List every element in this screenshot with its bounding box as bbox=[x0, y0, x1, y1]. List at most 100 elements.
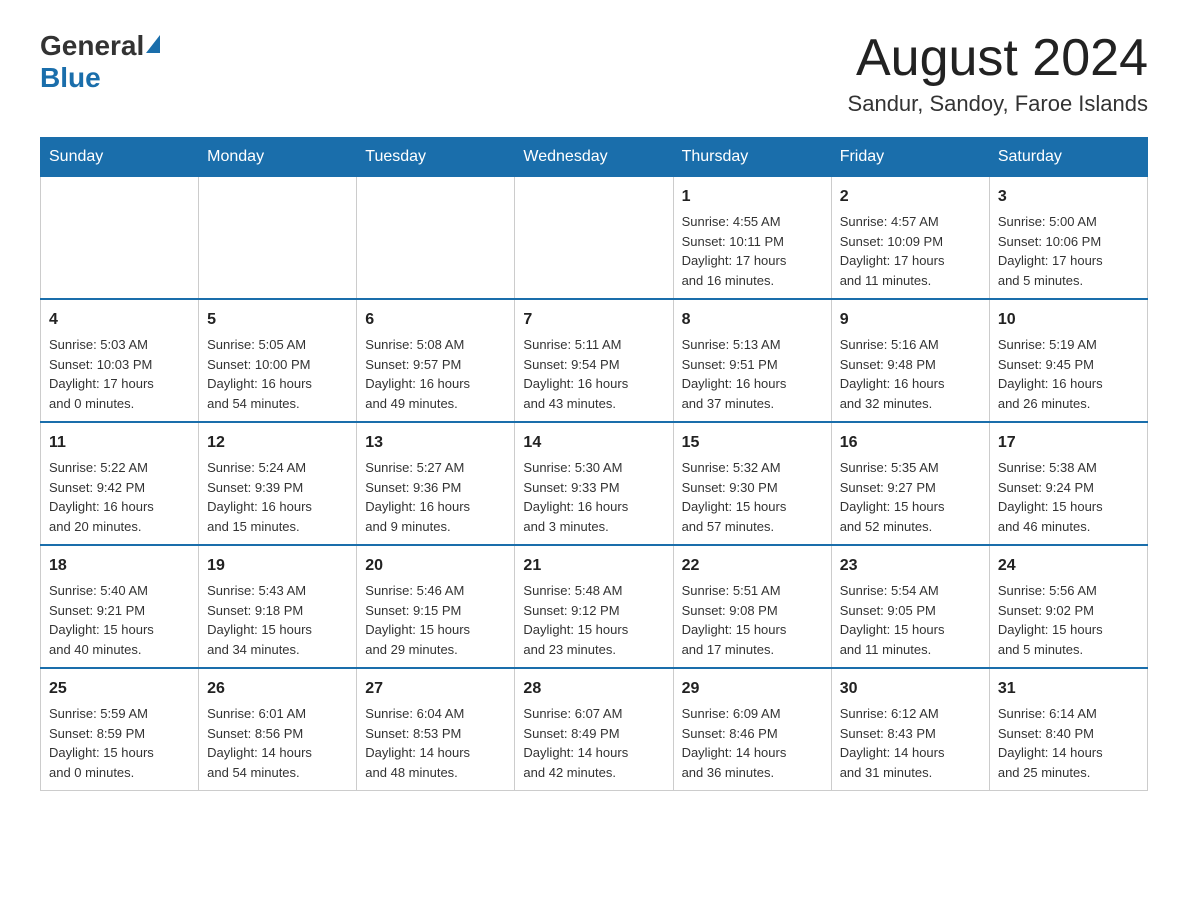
calendar-cell: 17Sunrise: 5:38 AMSunset: 9:24 PMDayligh… bbox=[989, 422, 1147, 545]
day-info: and 46 minutes. bbox=[998, 517, 1139, 537]
day-info: Daylight: 16 hours bbox=[998, 374, 1139, 394]
day-info: and 20 minutes. bbox=[49, 517, 190, 537]
day-info: and 11 minutes. bbox=[840, 271, 981, 291]
calendar-cell: 19Sunrise: 5:43 AMSunset: 9:18 PMDayligh… bbox=[199, 545, 357, 668]
day-info: and 32 minutes. bbox=[840, 394, 981, 414]
day-info: Daylight: 14 hours bbox=[207, 743, 348, 763]
header-tuesday: Tuesday bbox=[357, 138, 515, 177]
month-title: August 2024 bbox=[848, 30, 1148, 87]
day-info: Sunset: 9:08 PM bbox=[682, 601, 823, 621]
calendar-cell: 22Sunrise: 5:51 AMSunset: 9:08 PMDayligh… bbox=[673, 545, 831, 668]
calendar-cell: 30Sunrise: 6:12 AMSunset: 8:43 PMDayligh… bbox=[831, 668, 989, 791]
day-info: and 54 minutes. bbox=[207, 394, 348, 414]
day-info: Sunset: 9:51 PM bbox=[682, 355, 823, 375]
day-info: Daylight: 15 hours bbox=[49, 743, 190, 763]
calendar-cell: 6 Sunrise: 5:08 AMSunset: 9:57 PMDaylight… bbox=[357, 299, 515, 422]
week-row-2: 4Sunrise: 5:03 AMSunset: 10:03 PMDayligh… bbox=[41, 299, 1148, 422]
calendar-cell: 7Sunrise: 5:11 AMSunset: 9:54 PMDaylight… bbox=[515, 299, 673, 422]
day-number: 28 bbox=[523, 677, 664, 701]
day-info: Daylight: 15 hours bbox=[840, 497, 981, 517]
day-info: Sunrise: 4:55 AM bbox=[682, 212, 823, 232]
day-number: 12 bbox=[207, 431, 348, 455]
calendar-cell: 1Sunrise: 4:55 AMSunset: 10:11 PMDayligh… bbox=[673, 177, 831, 300]
day-info: Sunset: 10:11 PM bbox=[682, 232, 823, 252]
day-info: Sunrise: 5:48 AM bbox=[523, 581, 664, 601]
day-info: and 5 minutes. bbox=[998, 640, 1139, 660]
calendar-cell bbox=[357, 177, 515, 300]
day-info: Daylight: 15 hours bbox=[365, 620, 506, 640]
day-info: Sunset: 10:03 PM bbox=[49, 355, 190, 375]
calendar-cell: 11Sunrise: 5:22 AMSunset: 9:42 PMDayligh… bbox=[41, 422, 199, 545]
day-info: Sunrise: 5:13 AM bbox=[682, 335, 823, 355]
calendar-cell bbox=[199, 177, 357, 300]
day-number: 20 bbox=[365, 554, 506, 578]
day-info: and 3 minutes. bbox=[523, 517, 664, 537]
day-info: Sunrise: 5:08 AM bbox=[365, 335, 506, 355]
calendar-header: SundayMondayTuesdayWednesdayThursdayFrid… bbox=[41, 138, 1148, 177]
day-info: Daylight: 15 hours bbox=[998, 497, 1139, 517]
day-info: Sunset: 8:49 PM bbox=[523, 724, 664, 744]
day-info: Sunrise: 5:32 AM bbox=[682, 458, 823, 478]
week-row-4: 18Sunrise: 5:40 AMSunset: 9:21 PMDayligh… bbox=[41, 545, 1148, 668]
day-info: Sunset: 9:27 PM bbox=[840, 478, 981, 498]
day-info: Sunset: 9:15 PM bbox=[365, 601, 506, 621]
header-friday: Friday bbox=[831, 138, 989, 177]
calendar-cell bbox=[41, 177, 199, 300]
day-number: 11 bbox=[49, 431, 190, 455]
day-info: Sunset: 9:05 PM bbox=[840, 601, 981, 621]
day-info: Sunset: 9:57 PM bbox=[365, 355, 506, 375]
day-info: Daylight: 17 hours bbox=[49, 374, 190, 394]
day-info: Daylight: 16 hours bbox=[840, 374, 981, 394]
day-info: Sunset: 8:46 PM bbox=[682, 724, 823, 744]
calendar-cell: 26Sunrise: 6:01 AMSunset: 8:56 PMDayligh… bbox=[199, 668, 357, 791]
day-info: Daylight: 15 hours bbox=[682, 620, 823, 640]
calendar-body: 1 Sunrise: 4:55 AMSunset: 10:11 PM Dayligh… bbox=[41, 177, 1148, 791]
day-info: Sunrise: 5:03 AM bbox=[49, 335, 190, 355]
day-info: Sunrise: 5:56 AM bbox=[998, 581, 1139, 601]
day-info: Sunrise: 5:40 AM bbox=[49, 581, 190, 601]
day-number: 1 bbox=[682, 185, 823, 209]
day-info: and 9 minutes. bbox=[365, 517, 506, 537]
calendar-cell: 3Sunrise: 5:00 AMSunset: 10:06 PMDayligh… bbox=[989, 177, 1147, 300]
day-info: Daylight: 17 hours bbox=[840, 251, 981, 271]
calendar-cell: 20Sunrise: 5:46 AMSunset: 9:15 PMDayligh… bbox=[357, 545, 515, 668]
day-info: Daylight: 15 hours bbox=[840, 620, 981, 640]
day-info: and 48 minutes. bbox=[365, 763, 506, 783]
day-info: Sunset: 10:09 PM bbox=[840, 232, 981, 252]
day-number: 16 bbox=[840, 431, 981, 455]
day-info: and 42 minutes. bbox=[523, 763, 664, 783]
day-info: Daylight: 16 hours bbox=[49, 497, 190, 517]
day-info: Daylight: 15 hours bbox=[998, 620, 1139, 640]
day-number: 19 bbox=[207, 554, 348, 578]
day-info: Daylight: 16 hours bbox=[207, 497, 348, 517]
day-info: Sunset: 9:42 PM bbox=[49, 478, 190, 498]
day-info: Daylight: 16 hours bbox=[365, 374, 506, 394]
day-info: Daylight: 15 hours bbox=[207, 620, 348, 640]
day-number: 8 bbox=[682, 308, 823, 332]
day-number: 13 bbox=[365, 431, 506, 455]
logo-blue-text: Blue bbox=[40, 62, 101, 94]
day-info: and 43 minutes. bbox=[523, 394, 664, 414]
calendar-cell: 10Sunrise: 5:19 AMSunset: 9:45 PMDayligh… bbox=[989, 299, 1147, 422]
day-info: Sunrise: 6:01 AM bbox=[207, 704, 348, 724]
day-info: and 34 minutes. bbox=[207, 640, 348, 660]
day-info: Sunrise: 5:35 AM bbox=[840, 458, 981, 478]
day-info: Sunset: 8:56 PM bbox=[207, 724, 348, 744]
day-info: Sunset: 9:48 PM bbox=[840, 355, 981, 375]
day-info: and 54 minutes. bbox=[207, 763, 348, 783]
day-info: and 5 minutes. bbox=[998, 271, 1139, 291]
day-info: Sunset: 9:02 PM bbox=[998, 601, 1139, 621]
day-number: 27 bbox=[365, 677, 506, 701]
day-info: Daylight: 14 hours bbox=[998, 743, 1139, 763]
day-number: 10 bbox=[998, 308, 1139, 332]
calendar-cell: 12Sunrise: 5:24 AMSunset: 9:39 PMDayligh… bbox=[199, 422, 357, 545]
day-number: 22 bbox=[682, 554, 823, 578]
day-info: Sunrise: 4:57 AM bbox=[840, 212, 981, 232]
day-info: Sunset: 10:06 PM bbox=[998, 232, 1139, 252]
calendar-cell: 18Sunrise: 5:40 AMSunset: 9:21 PMDayligh… bbox=[41, 545, 199, 668]
day-number: 14 bbox=[523, 431, 664, 455]
day-info: and 36 minutes. bbox=[682, 763, 823, 783]
day-info: Sunset: 9:21 PM bbox=[49, 601, 190, 621]
day-number: 5 bbox=[207, 308, 348, 332]
day-number: 6 bbox=[365, 308, 506, 332]
